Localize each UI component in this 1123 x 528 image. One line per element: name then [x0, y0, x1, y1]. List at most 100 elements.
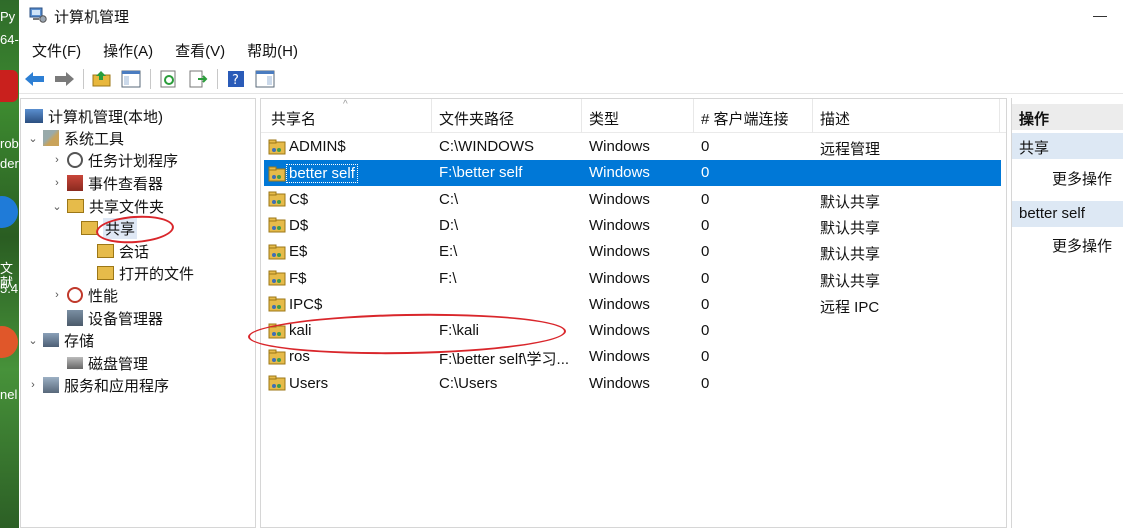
desktop-app-icon[interactable]	[0, 326, 18, 358]
table-row[interactable]: Users C:\Users Windows 0	[264, 371, 1001, 397]
client-connections-cell: 0	[701, 190, 710, 208]
description-cell: 默认共享	[820, 246, 881, 264]
more-actions-link[interactable]: 更多操作	[1052, 168, 1112, 189]
folder-path-cell: C:\	[439, 190, 459, 208]
actions-section-selected-share[interactable]: better self	[1012, 201, 1123, 227]
chevron-right-icon[interactable]: ›	[51, 289, 63, 301]
sort-ascending-icon: ^	[343, 99, 348, 110]
shared-folder-icon	[268, 375, 286, 391]
column-header-share-name[interactable]: 共享名	[271, 108, 316, 129]
shared-folder-icon	[268, 217, 286, 233]
tree-item-task-scheduler[interactable]: › 任务计划程序	[51, 149, 178, 171]
forward-button[interactable]	[52, 67, 76, 91]
tree-item-services-apps[interactable]: › 服务和应用程序	[27, 374, 169, 396]
column-divider[interactable]	[812, 99, 813, 133]
chevron-right-icon[interactable]: ›	[51, 154, 63, 166]
share-name: F$	[289, 269, 307, 287]
share-name: kali	[289, 322, 312, 340]
window-title: 计算机管理	[54, 9, 130, 26]
computer-management-window: 计算机管理 文件(F) 操作(A) 查看(V) 帮助(H) ? 计算机管理(本地…	[19, 0, 1123, 528]
shared-folder-icon	[268, 166, 286, 182]
export-list-button[interactable]	[186, 67, 210, 91]
column-header-client-connections[interactable]: # 客户端连接	[701, 108, 789, 129]
table-row[interactable]: D$ D:\ Windows 0 默认共享	[264, 213, 1001, 239]
type-cell: Windows	[589, 216, 650, 234]
more-actions-link[interactable]: 更多操作	[1052, 235, 1112, 256]
type-cell: Windows	[589, 295, 650, 313]
tree-item-disk-management[interactable]: 磁盘管理	[67, 352, 148, 374]
show-hide-tree-button[interactable]	[119, 67, 143, 91]
type-cell: Windows	[589, 348, 650, 366]
client-connections-cell: 0	[701, 138, 710, 155]
chevron-down-icon[interactable]: ⌄	[27, 132, 39, 145]
client-connections-cell: 0	[701, 322, 710, 340]
tree-item-sessions[interactable]: 会话	[97, 240, 149, 262]
shared-folder-icon	[268, 139, 286, 154]
table-row[interactable]: better self F:\better self Windows 0	[264, 160, 1001, 187]
tree-item-performance[interactable]: › 性能	[51, 284, 118, 306]
tree-item-computer-management[interactable]: 计算机管理(本地)	[25, 105, 163, 127]
chevron-right-icon[interactable]: ›	[51, 177, 63, 189]
tree-item-storage[interactable]: ⌄ 存储	[27, 329, 94, 351]
menu-file[interactable]: 文件(F)	[19, 36, 90, 62]
table-row[interactable]: C$ C:\ Windows 0 默认共享	[264, 187, 1001, 213]
table-row[interactable]: IPC$ Windows 0 远程 IPC	[264, 292, 1001, 318]
column-divider[interactable]	[693, 99, 694, 133]
shared-folder-icon	[81, 221, 98, 235]
refresh-button[interactable]	[157, 67, 181, 91]
folder-path-cell: F:\better self	[439, 164, 523, 182]
desktop-text-fragment: 5.4	[0, 281, 19, 296]
description-cell: 远程 IPC	[820, 298, 880, 316]
column-header-folder-path[interactable]: 文件夹路径	[439, 108, 514, 129]
share-name: C$	[289, 190, 309, 208]
client-connections-cell: 0	[701, 269, 710, 287]
tree-item-open-files[interactable]: 打开的文件	[97, 262, 194, 284]
description-cell: 远程管理	[820, 141, 881, 158]
shared-folder-icon	[268, 323, 286, 339]
help-icon: ?	[228, 70, 244, 88]
menu-view[interactable]: 查看(V)	[162, 36, 234, 62]
title-bar[interactable]: 计算机管理	[19, 0, 1123, 32]
chevron-right-icon[interactable]: ›	[27, 379, 39, 391]
show-hide-action-pane-icon	[255, 70, 275, 87]
table-row[interactable]: ros F:\better self\学习... Windows 0	[264, 344, 1001, 370]
computer-icon	[25, 109, 43, 123]
table-row[interactable]: kali F:\kali Windows 0	[264, 318, 1001, 344]
menu-help[interactable]: 帮助(H)	[234, 36, 307, 62]
up-folder-icon	[92, 70, 111, 86]
tree-item-shares[interactable]: 共享	[81, 217, 138, 239]
show-hide-action-pane-button[interactable]	[253, 67, 277, 91]
column-header-description[interactable]: 描述	[820, 108, 850, 129]
desktop-text-fragment: 64-	[0, 32, 19, 47]
actions-header: 操作	[1012, 104, 1123, 130]
minimize-button[interactable]	[1087, 4, 1113, 26]
column-divider[interactable]	[581, 99, 582, 133]
column-divider[interactable]	[431, 99, 432, 133]
actions-section-shares[interactable]: 共享	[1012, 133, 1123, 159]
chevron-down-icon[interactable]: ⌄	[27, 334, 39, 347]
tree-item-shared-folders[interactable]: ⌄ 共享文件夹	[51, 195, 164, 217]
table-row[interactable]: E$ E:\ Windows 0 默认共享	[264, 239, 1001, 265]
desktop-app-icon[interactable]	[0, 196, 18, 228]
menu-action[interactable]: 操作(A)	[90, 36, 162, 62]
share-name-cell: kali	[268, 322, 312, 339]
shared-folder-icon	[67, 199, 84, 213]
tree-item-system-tools[interactable]: ⌄ 系统工具	[27, 127, 124, 149]
share-name-cell: E$	[268, 243, 307, 260]
tree-item-event-viewer[interactable]: › 事件查看器	[51, 172, 163, 194]
column-header-type[interactable]: 类型	[589, 108, 619, 129]
shared-folder-icon	[268, 349, 286, 365]
tree-item-device-manager[interactable]: 设备管理器	[67, 307, 163, 329]
help-button[interactable]: ?	[224, 67, 248, 91]
shares-list: ^ 共享名 文件夹路径 类型 # 客户端连接 描述 ADMIN$ C:\WINDO…	[260, 98, 1007, 528]
up-one-level-button[interactable]	[90, 67, 114, 91]
shared-folder-icon	[268, 270, 286, 286]
table-row[interactable]: F$ F:\ Windows 0 默认共享	[264, 266, 1001, 292]
desktop-background: Py 64- rob der 文献 5.4 nel	[0, 0, 19, 528]
desktop-app-icon[interactable]	[0, 70, 18, 102]
back-button[interactable]	[23, 67, 47, 91]
chevron-down-icon[interactable]: ⌄	[51, 200, 63, 213]
column-divider[interactable]	[999, 99, 1000, 133]
table-row[interactable]: ADMIN$ C:\WINDOWS Windows 0 远程管理	[264, 134, 1001, 160]
folder-path-cell: C:\Users	[439, 374, 498, 392]
